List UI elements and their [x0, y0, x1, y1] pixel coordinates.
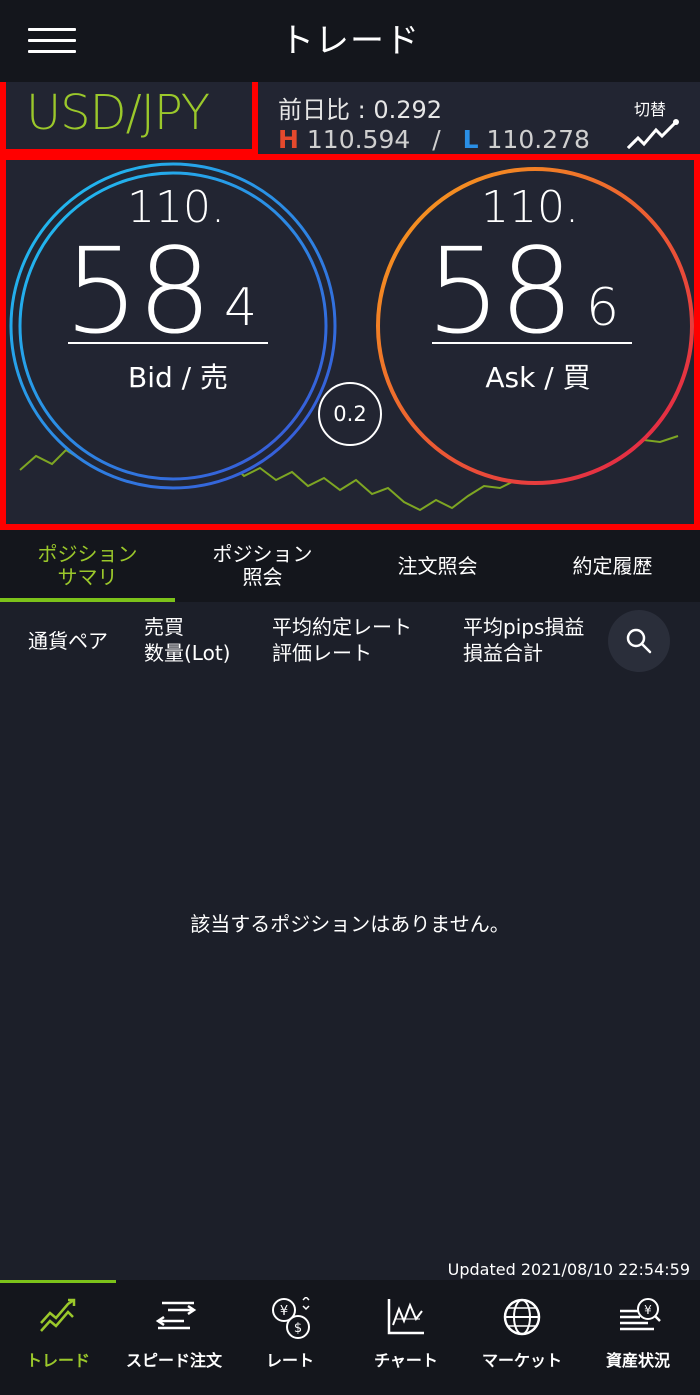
nav-label: スピード注文	[125, 1351, 222, 1370]
col-side: 売買	[144, 615, 184, 639]
page-title: トレード	[280, 21, 420, 61]
tab-label: 約定履歴	[572, 553, 653, 578]
high-low-separator: /	[432, 125, 441, 154]
tab-label-line1: ポジション	[37, 542, 138, 566]
bid-ask-panel: 110. 58 4 Bid / 売 110. 58 6 Ask / 買 0.2	[0, 154, 700, 530]
prev-day-change: 前日比 : 0.292	[278, 90, 442, 125]
chart-switch-button[interactable]: 切替	[622, 94, 684, 154]
tab-label-line2: 照会	[242, 565, 283, 589]
speed-order-icon	[155, 1301, 197, 1330]
chart-icon	[387, 1299, 424, 1335]
column-header: 通貨ペア 売買 数量(Lot) 平均約定レート 評価レート 平均pips損益 損…	[0, 602, 700, 682]
empty-positions-message: 該当するポジションはありません。	[190, 912, 510, 936]
ask-label: Ask / 買	[485, 361, 591, 394]
ask-divider	[432, 342, 632, 344]
col-rates: 平均約定レート 評価レート	[272, 614, 412, 666]
low-value: 110.278	[486, 125, 590, 154]
bid-label: Bid / 売	[128, 361, 228, 394]
nav-rate[interactable]: ¥ $ レート	[232, 1283, 348, 1395]
currency-pair-label: USD/JPY	[26, 85, 210, 141]
spread-badge: 0.2	[318, 382, 382, 446]
nav-chart[interactable]: チャート	[348, 1283, 464, 1395]
svg-text:¥: ¥	[644, 1303, 652, 1317]
switch-label: 切替	[634, 100, 667, 119]
tab-label-line1: ポジション	[212, 542, 313, 566]
nav-label: マーケット	[481, 1351, 562, 1370]
app-header: トレード	[0, 0, 700, 82]
tab-label: 注文照会	[397, 553, 478, 578]
ask-pips: 58	[426, 222, 574, 360]
col-avg-rate: 平均約定レート	[272, 615, 412, 639]
bottom-nav: トレード スピード注文 ¥ $ レート チャート マーケット ¥ 資産状況	[0, 1280, 700, 1395]
search-icon	[626, 628, 652, 654]
col-eval-rate: 評価レート	[272, 641, 372, 665]
tab-execution-history[interactable]: 約定履歴	[525, 530, 700, 602]
search-button[interactable]	[608, 610, 670, 672]
col-qty: 数量(Lot)	[144, 641, 231, 665]
nav-label: 資産状況	[605, 1351, 670, 1370]
ask-buy-button[interactable]: 110. 58 6 Ask / 買	[360, 160, 694, 524]
col-avg-pips: 平均pips損益	[463, 615, 585, 639]
tab-order-inquiry[interactable]: 注文照会	[350, 530, 525, 602]
bid-sell-button[interactable]: 110. 58 4 Bid / 売	[6, 160, 346, 524]
prev-day-value: 0.292	[373, 96, 443, 124]
assets-icon: ¥	[620, 1298, 661, 1331]
updated-timestamp: Updated 2021/08/10 22:54:59	[447, 1260, 690, 1279]
col-pl: 平均pips損益 損益合計	[463, 614, 584, 666]
nav-market[interactable]: マーケット	[464, 1283, 580, 1395]
position-tabs: ポジション サマリ ポジション 照会 注文照会 約定履歴	[0, 530, 700, 602]
bid-divider	[68, 342, 268, 344]
bid-fraction: 4	[224, 278, 258, 338]
chart-switch-icon	[626, 119, 679, 150]
high-value: 110.594	[306, 125, 411, 154]
market-globe-icon	[503, 1298, 541, 1336]
trade-icon	[40, 1298, 76, 1332]
high-low-line: H 110.594 / L 110.278	[278, 125, 590, 154]
col-currency-pair: 通貨ペア	[28, 629, 108, 653]
col-total-pl: 損益合計	[463, 641, 543, 665]
tab-position-inquiry[interactable]: ポジション 照会	[175, 530, 350, 602]
prev-day-label: 前日比 :	[278, 96, 374, 124]
currency-pair-box[interactable]: USD/JPY	[0, 82, 258, 155]
tab-label-line2: サマリ	[57, 565, 118, 589]
nav-assets[interactable]: ¥ 資産状況	[580, 1283, 696, 1395]
bid-pips: 58	[64, 222, 212, 360]
tab-position-summary[interactable]: ポジション サマリ	[0, 530, 175, 602]
ask-fraction: 6	[586, 278, 620, 338]
nav-speed-order[interactable]: スピード注文	[116, 1283, 232, 1395]
svg-text:$: $	[294, 1321, 302, 1336]
col-side-qty: 売買 数量(Lot)	[144, 614, 230, 666]
nav-label: チャート	[374, 1351, 438, 1370]
nav-label: レート	[265, 1351, 314, 1370]
nav-trade[interactable]: トレード	[0, 1283, 116, 1395]
rate-panel: USD/JPY 前日比 : 0.292 H 110.594 / L 110.27…	[0, 82, 700, 530]
nav-label: トレード	[25, 1351, 90, 1370]
high-label: H	[278, 125, 299, 154]
low-label: L	[462, 125, 479, 154]
rate-icon: ¥ $	[272, 1297, 310, 1339]
svg-text:¥: ¥	[280, 1304, 288, 1319]
